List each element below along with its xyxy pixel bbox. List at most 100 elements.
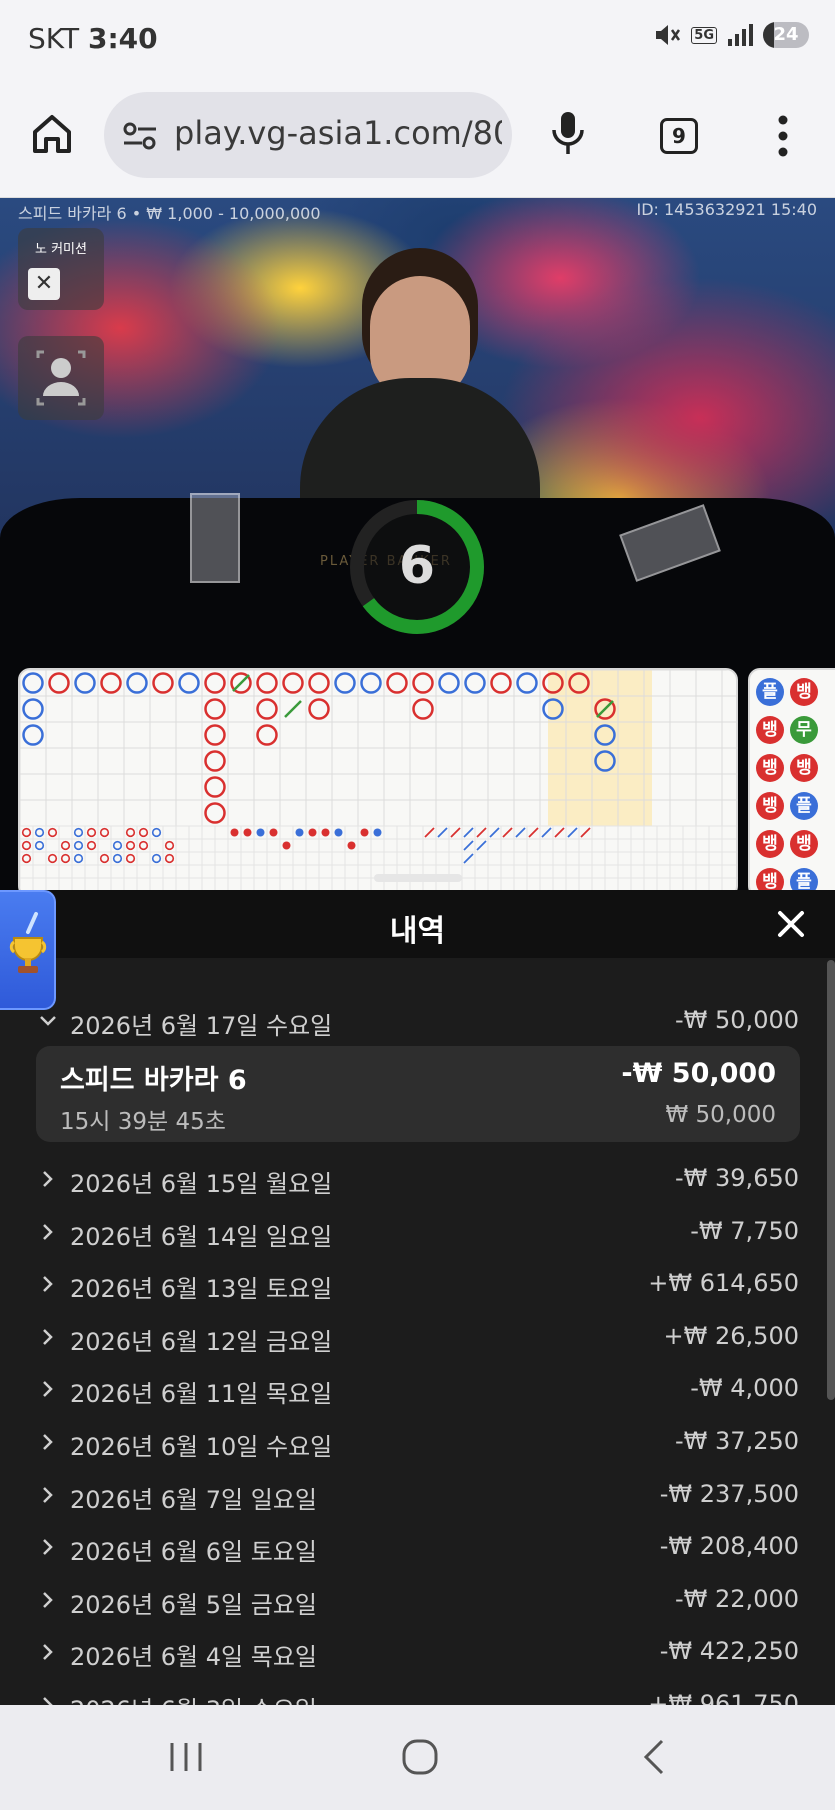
big-road-mark bbox=[126, 672, 148, 694]
small-road-mark bbox=[243, 828, 252, 837]
drag-handle[interactable] bbox=[374, 874, 462, 882]
bead-road[interactable]: 플뱅뱅무뱅뱅뱅플뱅뱅뱅플 bbox=[748, 668, 835, 898]
big-road-mark bbox=[204, 802, 226, 824]
history-day-row[interactable]: 2026년 6월 14일 일요일 -₩ 7,750 bbox=[0, 1211, 826, 1255]
back-icon[interactable] bbox=[640, 1737, 668, 1777]
big-road-mark bbox=[256, 724, 278, 746]
history-day-row[interactable]: 2026년 6월 11일 목요일 -₩ 4,000 bbox=[0, 1368, 826, 1412]
big-eye-mark bbox=[125, 853, 136, 864]
network-type: 5G bbox=[691, 26, 717, 44]
no-commission-toggle[interactable]: 노 커미션 ✕ bbox=[18, 228, 104, 310]
profile-button[interactable] bbox=[18, 336, 104, 420]
cockroach-mark bbox=[502, 827, 513, 838]
history-amount: -₩ 22,000 bbox=[675, 1585, 799, 1613]
chevron-right-icon bbox=[43, 1592, 53, 1608]
big-road-mark bbox=[74, 672, 96, 694]
close-icon[interactable] bbox=[769, 902, 813, 946]
big-eye-mark bbox=[112, 853, 123, 864]
recent-apps-icon[interactable] bbox=[166, 1739, 206, 1775]
small-road-mark bbox=[282, 841, 291, 850]
big-eye-mark bbox=[73, 827, 84, 838]
big-road-mark bbox=[386, 672, 408, 694]
history-date: 2026년 6월 10일 수요일 bbox=[70, 1433, 333, 1461]
big-eye-mark bbox=[47, 827, 58, 838]
big-eye-mark bbox=[151, 827, 162, 838]
roadmap-grid bbox=[20, 670, 736, 896]
big-eye-mark bbox=[34, 827, 45, 838]
big-eye-mark bbox=[99, 827, 110, 838]
small-road-mark bbox=[347, 841, 356, 850]
home-button-icon[interactable] bbox=[400, 1737, 440, 1777]
carrier: SKT bbox=[28, 22, 80, 55]
small-road-mark bbox=[230, 828, 239, 837]
clock: 3:40 bbox=[87, 22, 158, 55]
chevron-right-icon bbox=[43, 1224, 53, 1240]
big-road-mark bbox=[464, 672, 486, 694]
site-settings-icon[interactable] bbox=[122, 120, 158, 152]
microphone-icon[interactable] bbox=[550, 110, 586, 156]
history-date: 2026년 6월 5일 금요일 bbox=[70, 1591, 317, 1619]
bet-game-name: 스피드 바카라 6 bbox=[60, 1065, 247, 1096]
history-day-row[interactable]: 2026년 6월 7일 일요일 -₩ 237,500 bbox=[0, 1474, 826, 1518]
chevron-down-icon bbox=[40, 1016, 56, 1026]
history-day-row[interactable]: 2026년 6월 15일 월요일 -₩ 39,650 bbox=[0, 1158, 826, 1202]
history-header: 내역 bbox=[0, 890, 835, 958]
big-eye-mark bbox=[47, 853, 58, 864]
big-road-mark bbox=[22, 698, 44, 720]
history-day-row[interactable]: 2026년 6월 4일 목요일 -₩ 422,250 bbox=[0, 1631, 826, 1675]
bead-chip: 뱅 bbox=[790, 830, 818, 858]
big-eye-mark bbox=[73, 853, 84, 864]
big-road-mark bbox=[204, 750, 226, 772]
history-day-row[interactable]: 2026년 6월 5일 금요일 -₩ 22,000 bbox=[0, 1579, 826, 1623]
system-icons: 5G 24 bbox=[653, 22, 809, 48]
bead-chip: 뱅 bbox=[756, 830, 784, 858]
big-road-mark bbox=[204, 724, 226, 746]
history-day-row[interactable]: 2026년 6월 13일 토요일 +₩ 614,650 bbox=[0, 1263, 826, 1307]
big-road-mark bbox=[22, 724, 44, 746]
big-eye-mark bbox=[151, 853, 162, 864]
home-icon[interactable] bbox=[30, 112, 74, 156]
table-info: 스피드 바카라 6 • ₩ 1,000 - 10,000,000 bbox=[18, 204, 321, 223]
bead-chip: 뱅 bbox=[756, 792, 784, 820]
history-day-row-expanded[interactable]: 2026년 6월 17일 수요일 -₩ 50,000 bbox=[0, 1000, 826, 1044]
history-date: 2026년 6월 11일 목요일 bbox=[70, 1380, 333, 1408]
history-day-row[interactable]: 2026년 6월 10일 수요일 -₩ 37,250 bbox=[0, 1421, 826, 1465]
small-road-mark bbox=[256, 828, 265, 837]
history-date: 2026년 6월 4일 목요일 bbox=[70, 1643, 317, 1671]
big-road-mark bbox=[360, 672, 382, 694]
big-eye-mark bbox=[34, 840, 45, 851]
small-road-mark bbox=[269, 828, 278, 837]
history-amount: -₩ 7,750 bbox=[690, 1217, 799, 1245]
big-road-mark bbox=[178, 672, 200, 694]
history-title: 내역 bbox=[389, 914, 446, 949]
history-day-row[interactable]: 2026년 6월 12일 금요일 +₩ 26,500 bbox=[0, 1316, 826, 1360]
big-eye-mark bbox=[86, 827, 97, 838]
address-bar[interactable]: play.vg-asia1.com/80 bbox=[104, 92, 512, 178]
cockroach-mark bbox=[424, 827, 435, 838]
history-day-row[interactable]: 2026년 6월 6일 토요일 -₩ 208,400 bbox=[0, 1526, 826, 1570]
trophy-tab[interactable] bbox=[0, 890, 56, 1010]
roadmap-board[interactable] bbox=[18, 668, 738, 898]
close-icon[interactable]: ✕ bbox=[28, 268, 60, 300]
history-date: 2026년 6월 12일 금요일 bbox=[70, 1328, 333, 1356]
url-text[interactable]: play.vg-asia1.com/80 bbox=[174, 114, 502, 152]
tab-switcher-button[interactable]: 9 bbox=[660, 118, 698, 154]
cockroach-mark bbox=[463, 840, 474, 851]
big-eye-mark bbox=[138, 827, 149, 838]
small-road-mark bbox=[334, 828, 343, 837]
history-amount: +₩ 614,650 bbox=[648, 1269, 799, 1297]
more-menu-icon[interactable] bbox=[768, 114, 798, 158]
big-road-mark bbox=[282, 672, 304, 694]
bead-chip: 무 bbox=[790, 716, 818, 744]
scrollbar[interactable] bbox=[827, 960, 835, 1400]
bead-chip: 뱅 bbox=[790, 754, 818, 782]
chevron-right-icon bbox=[43, 1276, 53, 1292]
cockroach-mark bbox=[463, 827, 474, 838]
bet-detail-card[interactable]: 스피드 바카라 6 15시 39분 45초 -₩ 50,000 ₩ 50,000 bbox=[36, 1046, 800, 1142]
discard-holder bbox=[190, 493, 240, 583]
big-road-mark bbox=[152, 672, 174, 694]
cockroach-mark bbox=[489, 827, 500, 838]
big-road-mark bbox=[412, 672, 434, 694]
tie-mark bbox=[232, 674, 250, 692]
big-eye-mark bbox=[73, 840, 84, 851]
